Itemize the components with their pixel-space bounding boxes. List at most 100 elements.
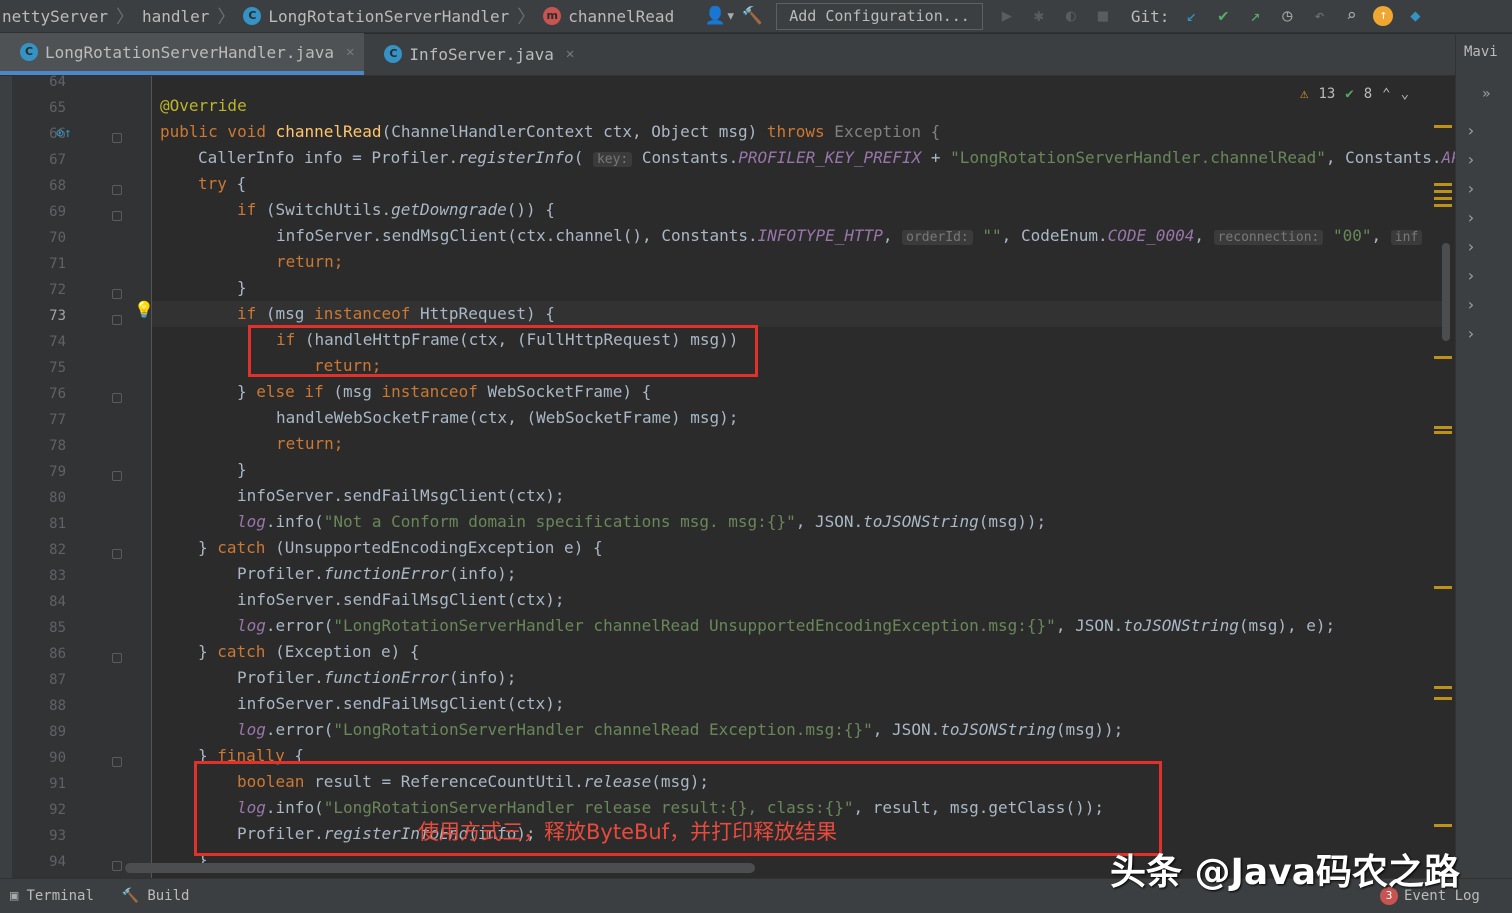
close-icon[interactable]: ✕: [566, 46, 574, 62]
fold-icon[interactable]: [112, 211, 122, 221]
chevron-right-icon[interactable]: ›: [1466, 266, 1476, 285]
tab-infoserver[interactable]: C InfoServer.java ✕: [364, 33, 584, 75]
maven-panel-label[interactable]: Mavi: [1464, 44, 1498, 60]
stripe-marker[interactable]: [1434, 183, 1452, 186]
build-hammer-icon[interactable]: 🔨: [736, 2, 768, 30]
line-number: 65: [49, 100, 66, 116]
stripe-marker[interactable]: [1434, 426, 1452, 429]
keyword: catch: [217, 642, 266, 661]
breadcrumb-project[interactable]: nettyServer: [0, 7, 110, 26]
check-icon: ✔: [1345, 86, 1354, 102]
code-text: (Exception e) {: [265, 642, 420, 661]
chevron-right-icon[interactable]: ›: [1466, 179, 1476, 198]
code-text: , JSON.: [1055, 616, 1124, 635]
fold-icon[interactable]: [112, 861, 122, 871]
chevron-right-icon[interactable]: ›: [1466, 208, 1476, 227]
code-line-81: log.info("Not a Conform domain specifica…: [237, 509, 1046, 535]
code-editor[interactable]: @Override public void channelRead(Channe…: [152, 76, 1455, 878]
fold-icon[interactable]: [112, 549, 122, 559]
stripe-marker[interactable]: [1434, 824, 1452, 827]
add-configuration-button[interactable]: Add Configuration...: [776, 2, 983, 30]
search-icon[interactable]: ⌕: [1335, 2, 1367, 30]
terminal-button[interactable]: ▣ Terminal: [10, 888, 94, 904]
param-hint: key:: [592, 152, 633, 167]
chevron-up-icon[interactable]: ⌃: [1382, 86, 1390, 102]
breadcrumb-package[interactable]: handler: [140, 7, 211, 26]
lightbulb-icon[interactable]: 💡: [134, 300, 154, 320]
update-icon[interactable]: ↑: [1367, 2, 1399, 30]
close-icon[interactable]: ✕: [346, 44, 354, 60]
code-text: , Constants.: [1325, 148, 1442, 167]
stripe-marker[interactable]: [1434, 125, 1452, 128]
git-update-icon[interactable]: ↙: [1175, 2, 1207, 30]
constant: CODE_0004: [1107, 226, 1195, 245]
string-literal: "LongRotationServerHandler channelRead E…: [333, 720, 873, 739]
warning-icon: ⚠: [1300, 86, 1309, 102]
stripe-marker[interactable]: [1434, 586, 1452, 589]
code-text: CallerInfo info = Profiler.: [198, 148, 459, 167]
git-push-icon[interactable]: ↗: [1239, 2, 1271, 30]
tab-longrotation[interactable]: C LongRotationServerHandler.java ✕: [0, 33, 365, 75]
stripe-marker[interactable]: [1434, 356, 1452, 359]
code-text: (info);: [448, 564, 517, 583]
stripe-marker[interactable]: [1434, 686, 1452, 689]
history-icon[interactable]: ◷: [1271, 2, 1303, 30]
fold-icon[interactable]: [112, 653, 122, 663]
fold-icon[interactable]: [112, 393, 122, 403]
fold-icon[interactable]: [112, 133, 122, 143]
chevron-right-icon[interactable]: ›: [1466, 121, 1476, 140]
chevron-right-icon[interactable]: ›: [1466, 324, 1476, 343]
warning-count: 13: [1318, 86, 1336, 102]
code-text: .error(: [265, 720, 334, 739]
param-hint: orderId:: [902, 230, 973, 245]
chevron-right-icon[interactable]: ›: [1466, 150, 1476, 169]
code-line-69: if (SwitchUtils.getDowngrade()) {: [237, 197, 555, 223]
settings-icon[interactable]: ◆: [1399, 2, 1431, 30]
method-call: getDowngrade: [391, 200, 507, 219]
tab-label: InfoServer.java: [409, 44, 554, 64]
line-number: 91: [49, 776, 66, 792]
fold-icon[interactable]: [112, 289, 122, 299]
vertical-scrollbar[interactable]: [1442, 243, 1450, 341]
fold-icon[interactable]: [112, 757, 122, 767]
code-line-76: } else if (msg instanceof WebSocketFrame…: [237, 379, 651, 405]
build-button[interactable]: 🔨 Build: [122, 888, 190, 904]
line-number: 83: [49, 568, 66, 584]
breadcrumb-class[interactable]: C LongRotationServerHandler: [241, 7, 511, 26]
coverage-icon[interactable]: ◐: [1055, 2, 1087, 30]
rollback-icon[interactable]: ↶: [1303, 2, 1335, 30]
override-marker-icon[interactable]: ⊙↑: [56, 126, 72, 141]
chevron-right-icon[interactable]: ›: [1466, 237, 1476, 256]
fold-icon[interactable]: [112, 471, 122, 481]
fold-icon[interactable]: [112, 315, 122, 325]
stripe-marker[interactable]: [1434, 190, 1452, 193]
chevron-down-icon[interactable]: ⌄: [1401, 86, 1409, 102]
code-text: ,: [882, 226, 903, 245]
chevron-right-icon[interactable]: ›: [1466, 295, 1476, 314]
keyword: throws: [766, 122, 825, 141]
class-icon: C: [20, 43, 38, 61]
keyword: instanceof: [314, 304, 411, 323]
code-text: ()) {: [506, 200, 555, 219]
param-hint: reconnection:: [1213, 230, 1324, 245]
fold-icon[interactable]: [112, 185, 122, 195]
code-text: (msg));: [1055, 720, 1124, 739]
inspection-widget[interactable]: ⚠ 13 ✔ 8 ⌃ ⌄: [1300, 86, 1409, 102]
git-commit-icon[interactable]: ✔: [1207, 2, 1239, 30]
expand-icon[interactable]: »: [1482, 86, 1490, 102]
user-icon[interactable]: 👤▾: [704, 2, 736, 30]
breadcrumb-method[interactable]: m channelRead: [541, 7, 676, 26]
debug-icon[interactable]: ✱: [1023, 2, 1055, 30]
stripe-marker[interactable]: [1434, 697, 1452, 700]
stop-icon[interactable]: ■: [1087, 2, 1119, 30]
method-call: toJSONString: [1123, 616, 1239, 635]
code-text: }: [198, 642, 218, 661]
stripe-marker[interactable]: [1434, 204, 1452, 207]
code-line-86: } catch (Exception e) {: [198, 639, 420, 665]
run-icon[interactable]: ▶: [991, 2, 1023, 30]
code-text: .info(: [265, 512, 324, 531]
horizontal-scrollbar[interactable]: [125, 863, 755, 873]
stripe-marker[interactable]: [1434, 431, 1452, 434]
code-line-82: } catch (UnsupportedEncodingException e)…: [198, 535, 603, 561]
stripe-marker[interactable]: [1434, 197, 1452, 200]
